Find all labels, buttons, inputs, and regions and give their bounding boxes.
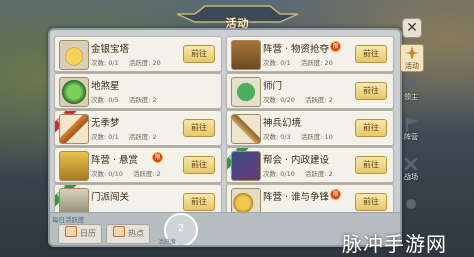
limited-badge: 限: [152, 152, 163, 163]
activity-name: 阵营 · 悬赏: [91, 155, 139, 166]
calendar-icon: [65, 226, 77, 237]
hotspot-tab[interactable]: 热点: [106, 224, 150, 244]
go-button[interactable]: 前往: [355, 119, 387, 137]
activity-card-earth-star[interactable]: 地煞星 次数: 0/5 活跃度: 2: [54, 73, 222, 109]
go-button[interactable]: 前往: [183, 119, 215, 137]
side-tab-battlefield[interactable]: 战场: [400, 156, 422, 182]
activity-card-guild-internal-affairs[interactable]: 推荐 帮会 · 内政建设 次数: 0/10活跃度: 2 前往: [226, 147, 394, 183]
activity-stats: 次数: 0/3 活跃度: 10: [263, 133, 333, 141]
gold-ingot-icon: [59, 40, 89, 70]
blade-icon: [59, 114, 89, 144]
limited-badge: 限: [330, 189, 341, 200]
activity-stats: 次数: 0/1 活跃度: 20: [91, 59, 161, 67]
helmet-icon: [406, 79, 416, 89]
activity-name: 金银宝塔: [91, 44, 130, 55]
go-button[interactable]: 前往: [355, 45, 387, 63]
activity-name: 门派闯关: [91, 192, 130, 203]
side-tab-lord[interactable]: 领主: [400, 76, 422, 102]
sword-icon: [231, 114, 261, 144]
activity-card-no-season-dream[interactable]: 推荐 无季梦 次数: 0/1活跃度: 2 前往: [54, 110, 222, 146]
activity-card-faction-bounty[interactable]: 阵营 · 悬赏 限 次数: 0/10 活跃度: 2 前往: [54, 147, 222, 183]
activity-name: 阵营 · 谁与争锋: [263, 192, 330, 203]
activity-stats: 次数: 0/1 活跃度: 2: [91, 133, 157, 141]
activity-card-gold-silver-tower[interactable]: 金银宝塔 次数: 0/1 活跃度: 20 前往: [54, 36, 222, 72]
activity-card-sect[interactable]: 师门 次数: 0/20 活跃度: 2 前往: [226, 73, 394, 109]
side-tab-more[interactable]: [400, 196, 422, 212]
activity-stats: 次数: 0/10 活跃度: 2: [91, 170, 161, 178]
go-button[interactable]: 前往: [355, 193, 387, 211]
side-tab-activity[interactable]: 活动: [400, 44, 424, 72]
activity-stats: 次数: 0/1 活跃度: 20: [263, 59, 333, 67]
activity-card-faction-supply-raid[interactable]: 阵营 · 物资抢夺 限 次数: 0/1 活跃度: 20 前往: [226, 36, 394, 72]
activity-card-divine-weapon-realm[interactable]: 神兵幻境 次数: 0/3 活跃度: 10 前往: [226, 110, 394, 146]
go-button[interactable]: 前往: [183, 45, 215, 63]
go-button[interactable]: 前往: [355, 82, 387, 100]
site-watermark: 脉冲手游网: [342, 232, 447, 256]
activity-stats: 次数: 0/20 活跃度: 2: [263, 96, 333, 104]
go-button[interactable]: 前往: [183, 156, 215, 174]
crossed-swords-icon: [404, 157, 418, 171]
flag-icon: [406, 117, 419, 131]
activity-panel: 金银宝塔 次数: 0/1 活跃度: 20 前往 阵营 · 物资抢夺 限 次数: 0…: [48, 28, 402, 247]
gear-icon: [406, 199, 416, 209]
activity-stats: 次数: 0/10 活跃度: 2: [263, 170, 333, 178]
sect-badge-icon: [231, 77, 261, 107]
bounty-scroll-icon: [59, 151, 89, 181]
book-icon: [231, 151, 261, 181]
side-tab-faction[interactable]: 阵营: [400, 116, 422, 142]
daily-activity-label: 每日活跃度: [52, 216, 85, 224]
limited-badge: 限: [330, 41, 341, 52]
green-orb-icon: [59, 77, 89, 107]
go-button[interactable]: 前往: [183, 193, 215, 211]
go-button[interactable]: 前往: [355, 156, 387, 174]
supply-crate-icon: [231, 40, 261, 70]
activity-points-label: 活跃度: [158, 239, 177, 246]
compass-icon: [405, 46, 419, 60]
activity-name: 无季梦: [91, 118, 120, 129]
activity-name: 神兵幻境: [263, 118, 302, 129]
close-button[interactable]: ✕: [402, 18, 422, 38]
activity-name: 帮会 · 内政建设: [263, 155, 330, 166]
activity-name: 师门: [263, 81, 283, 92]
activity-stats: 次数: 0/5 活跃度: 2: [91, 96, 157, 104]
activity-name: 阵营 · 物资抢夺: [263, 44, 330, 55]
hotspot-icon: [113, 226, 125, 237]
activity-name: 地煞星: [91, 81, 120, 92]
calendar-tab[interactable]: 日历: [58, 224, 102, 244]
